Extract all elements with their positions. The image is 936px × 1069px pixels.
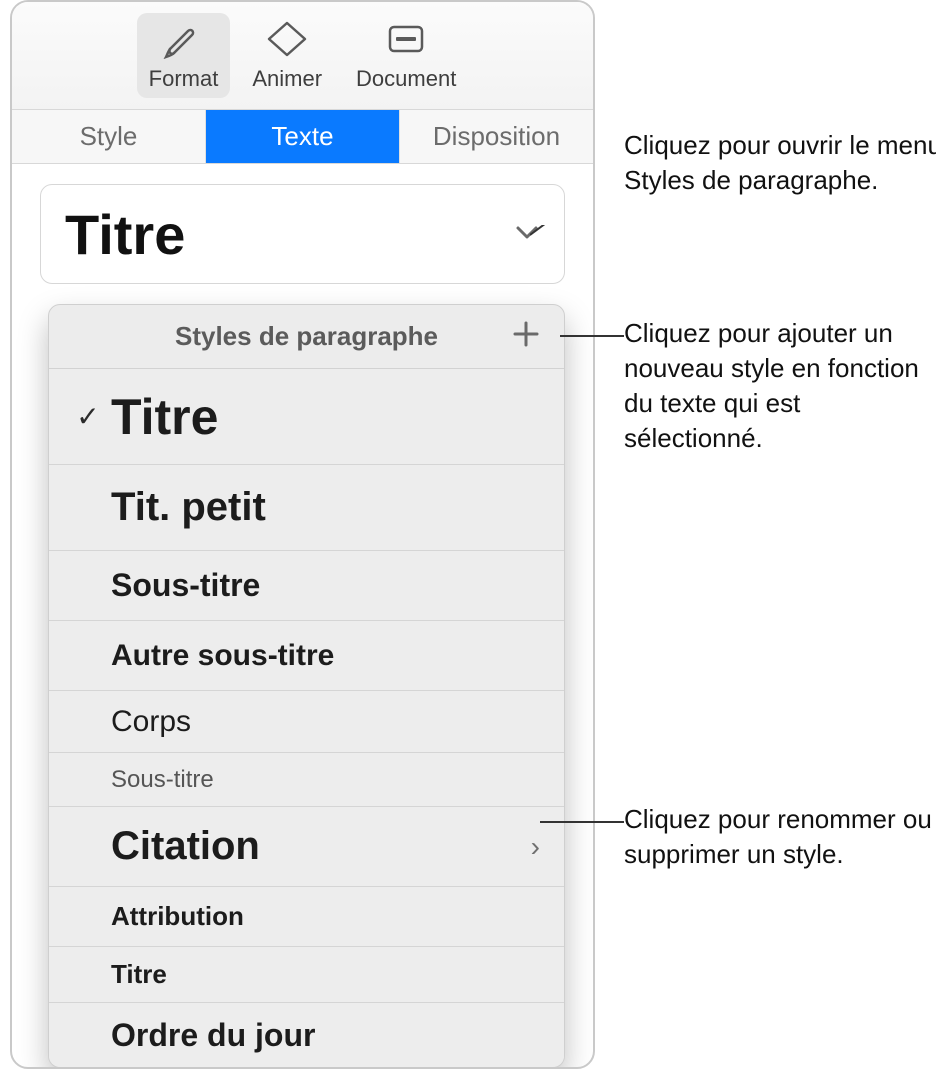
tab-texte[interactable]: Texte [206,110,400,163]
toolbar-label: Document [356,66,456,92]
popover-header: Styles de paragraphe [49,305,564,369]
style-item-label: Ordre du jour [105,1017,546,1054]
paragraph-styles-list: ✓TitreTit. petitSous-titreAutre sous-tit… [49,369,564,1067]
callout-open-menu: Cliquez pour ouvrir le menu Styles de pa… [624,128,936,198]
paintbrush-icon [162,19,206,64]
inspector-tabs: Style Texte Disposition [12,110,593,164]
paragraph-style-current: Titre [65,202,185,267]
toolbar-label: Animer [252,66,322,92]
plus-icon [512,320,540,353]
style-item[interactable]: Ordre du jour [49,1003,564,1067]
callout-rename: Cliquez pour renommer ou supprimer un st… [624,802,936,872]
add-style-button[interactable] [506,317,546,357]
style-item[interactable]: Sous-titre [49,551,564,621]
diamond-icon [265,19,309,64]
inspector-panel: Format Animer Document Style Texte Dispo… [10,0,595,1069]
style-item[interactable]: Tit. petit [49,465,564,551]
style-item[interactable]: Sous-titre [49,753,564,807]
style-item-label: Autre sous-titre [105,639,546,673]
style-item[interactable]: Corps [49,691,564,753]
toolbar: Format Animer Document [12,2,593,110]
leader-line [560,326,624,346]
style-item[interactable]: Citation› [49,807,564,887]
style-item[interactable]: Autre sous-titre [49,621,564,691]
checkmark-icon: ✓ [71,400,105,433]
animate-button[interactable]: Animer [240,13,334,98]
leader-line [540,812,624,832]
slide-icon [384,19,428,64]
style-item-label: Tit. petit [105,485,546,530]
format-button[interactable]: Format [137,13,231,98]
style-item-label: Titre [105,388,546,446]
callout-add-style: Cliquez pour ajouter un nouveau style en… [624,316,936,456]
tab-style[interactable]: Style [12,110,206,163]
toolbar-label: Format [149,66,219,92]
style-item[interactable]: ✓Titre [49,369,564,465]
style-item-label: Sous-titre [105,567,546,604]
chevron-right-icon[interactable]: › [531,831,546,863]
style-item[interactable]: Titre [49,947,564,1003]
document-button[interactable]: Document [344,13,468,98]
paragraph-style-selector[interactable]: Titre [40,184,565,284]
style-item-label: Sous-titre [105,766,546,794]
style-item-label: Titre [105,959,546,990]
style-item-label: Attribution [105,901,546,932]
leader-line [530,225,624,245]
popover-title: Styles de paragraphe [175,321,438,352]
style-item-label: Corps [105,705,546,739]
tab-disposition[interactable]: Disposition [400,110,593,163]
style-item[interactable]: Attribution [49,887,564,947]
style-item-label: Citation [105,824,531,869]
paragraph-styles-popover: Styles de paragraphe ✓TitreTit. petitSou… [48,304,565,1068]
